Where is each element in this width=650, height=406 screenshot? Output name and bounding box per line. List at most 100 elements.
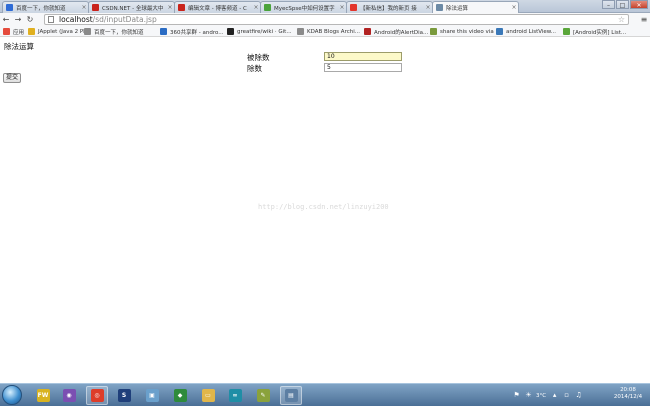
csdn-icon xyxy=(178,4,185,11)
bookmark-item[interactable]: 百度一下，你就知道 xyxy=(84,27,144,36)
browser-tab[interactable]: 百度一下，你就知道 × xyxy=(2,1,89,13)
arduino-icon: ∞ xyxy=(228,389,242,402)
weibo-icon xyxy=(350,4,357,11)
bookmark-label: 百度一下，你就知道 xyxy=(94,29,144,36)
bookmark-item[interactable]: greatfire/wiki · Git... xyxy=(227,27,292,36)
bookmark-label: Android的AlertDia... xyxy=(374,29,429,36)
folder-icon: ▭ xyxy=(201,389,215,402)
bulb-icon xyxy=(28,28,35,35)
shield-icon xyxy=(364,28,371,35)
flag-icon[interactable]: ⚑ xyxy=(512,391,521,400)
browser-tab[interactable]: MyecSpse中如何设置字 × xyxy=(260,1,347,13)
url-path: /sd/inputData.jsp xyxy=(92,15,157,24)
watermark-text: http://blog.csdn.net/linzuyi200 xyxy=(258,203,389,211)
taskbar-app[interactable]: ▭ xyxy=(197,386,219,405)
tab-title: 【新私信】我的新页 接 xyxy=(360,5,417,12)
android-icon xyxy=(496,28,503,35)
tab-title: 除法运算 xyxy=(446,5,469,12)
bookmark-item[interactable]: Android的AlertDia... xyxy=(364,27,428,36)
start-button[interactable] xyxy=(2,385,22,405)
bookmark-item[interactable]: share this video via xyxy=(430,27,494,36)
bookmarks-bar: 应用 JApplet (Java 2 Pl... 百度一下，你就知道 360共享群 -… xyxy=(0,26,650,37)
network-icon[interactable]: ▫ xyxy=(562,391,571,400)
bookmark-label: android ListView... xyxy=(506,28,557,35)
volume-icon[interactable]: ♫ xyxy=(574,391,583,400)
bookmark-label: KDAB Blogs Archi... xyxy=(307,28,360,35)
taskbar-app[interactable]: ▤ xyxy=(280,386,302,405)
badge-360-icon xyxy=(160,28,167,35)
divisor-input[interactable] xyxy=(324,63,402,72)
menu-icon[interactable]: ≡ xyxy=(638,13,650,26)
submit-button[interactable]: 提交 xyxy=(3,73,21,83)
bookmark-item[interactable]: android ListView... xyxy=(496,27,556,36)
tab-close-icon[interactable]: × xyxy=(424,4,432,11)
back-arrow-icon[interactable]: ← xyxy=(0,14,12,26)
taskbar-app[interactable]: S xyxy=(113,386,135,405)
bookmark-item[interactable]: 应用 xyxy=(3,27,24,36)
close-window-button[interactable]: ✕ xyxy=(630,0,648,9)
chevron-up-icon[interactable]: ▴ xyxy=(550,391,559,400)
eclipse-icon: S xyxy=(117,389,131,402)
paint-icon: ✎ xyxy=(256,389,270,402)
android-icon xyxy=(430,28,437,35)
bookmark-label: JApplet (Java 2 Pl... xyxy=(38,28,90,35)
tab-title: 编辑文章 - 博客频道 - C xyxy=(188,5,247,12)
page-icon xyxy=(436,4,443,11)
bookmark-item[interactable]: 360共享群 - andro... xyxy=(160,27,223,36)
page-content: 除法运算 被除数 除数 提交 http://blog.csdn.net/linz… xyxy=(0,38,650,383)
chrome-icon: ◎ xyxy=(90,389,104,402)
tab-close-icon[interactable]: × xyxy=(252,4,260,11)
dividend-input[interactable] xyxy=(324,52,402,61)
browser-tab[interactable]: 除法运算 × xyxy=(432,1,519,13)
bookmark-item[interactable]: KDAB Blogs Archi... xyxy=(297,27,360,36)
divisor-label: 除数 xyxy=(247,64,262,73)
clock-time: 20:08 xyxy=(620,387,636,393)
tab-close-icon[interactable]: × xyxy=(80,4,88,11)
tab-close-icon[interactable]: × xyxy=(166,4,174,11)
tab-close-icon[interactable]: × xyxy=(510,4,518,11)
taskbar-app[interactable]: ∞ xyxy=(224,386,246,405)
reload-icon[interactable]: ↻ xyxy=(24,14,36,26)
dividend-label: 被除数 xyxy=(247,53,270,62)
page-title: 除法运算 xyxy=(4,42,34,51)
page-icon xyxy=(84,28,91,35)
page-icon xyxy=(48,16,54,23)
tab-title: CSDN.NET - 全球最大中 xyxy=(102,5,164,12)
tab-strip: – □ ✕ 百度一下，你就知道 × CSDN.NET - 全球最大中 × 编辑文章 - … xyxy=(0,0,650,13)
temperature-readout: 3°C xyxy=(536,392,547,399)
window-app-icon: ▣ xyxy=(145,389,159,402)
tab-title: 百度一下，你就知道 xyxy=(16,5,66,12)
maximize-button[interactable]: □ xyxy=(616,0,629,9)
taskbar-app[interactable]: FW xyxy=(32,386,54,405)
browser-tab[interactable]: 【新私信】我的新页 接 × xyxy=(346,1,433,13)
fw-app-icon: FW xyxy=(36,389,50,402)
address-bar[interactable]: localhost/sd/inputData.jsp ☆ xyxy=(44,14,629,25)
forward-arrow-icon[interactable]: → xyxy=(12,14,24,26)
taskbar-app[interactable]: ✎ xyxy=(252,386,274,405)
taskbar: ⚑ ☀ 3°C ▴ ▫ ♫ 20:08 2014/12/4 FW ◉ ◎ S ▣ ◆ ▭ ∞ ✎… xyxy=(0,383,650,406)
bookmark-label: 360共享群 - andro... xyxy=(170,29,224,36)
window-controls: – □ ✕ xyxy=(601,0,648,10)
minimize-button[interactable]: – xyxy=(602,0,615,9)
bookmark-item[interactable]: [Android实例] List... xyxy=(563,27,626,36)
page-icon xyxy=(297,28,304,35)
bookmark-star-icon[interactable]: ☆ xyxy=(618,15,625,25)
browser-tab[interactable]: 编辑文章 - 博客频道 - C × xyxy=(174,1,261,13)
weather-sun-icon[interactable]: ☀ xyxy=(524,391,533,400)
clock-date: 2014/12/4 xyxy=(613,394,643,400)
taskbar-app[interactable]: ◎ xyxy=(86,386,108,405)
system-tray: ⚑ ☀ 3°C ▴ ▫ ♫ xyxy=(512,388,586,403)
browser-tab[interactable]: CSDN.NET - 全球最大中 × xyxy=(88,1,175,13)
github-icon xyxy=(227,28,234,35)
myeclipse-icon xyxy=(264,4,271,11)
taskbar-app[interactable]: ◆ xyxy=(169,386,191,405)
tab-close-icon[interactable]: × xyxy=(338,4,346,11)
android-icon xyxy=(563,28,570,35)
clock[interactable]: 20:08 2014/12/4 xyxy=(610,387,646,401)
url-host: localhost xyxy=(59,15,93,24)
tab-title: MyecSpse中如何设置字 xyxy=(274,5,335,12)
taskbar-app[interactable]: ◉ xyxy=(58,386,80,405)
bookmark-item[interactable]: JApplet (Java 2 Pl... xyxy=(28,27,90,36)
monitor-icon: ▤ xyxy=(284,389,298,402)
taskbar-app[interactable]: ▣ xyxy=(141,386,163,405)
